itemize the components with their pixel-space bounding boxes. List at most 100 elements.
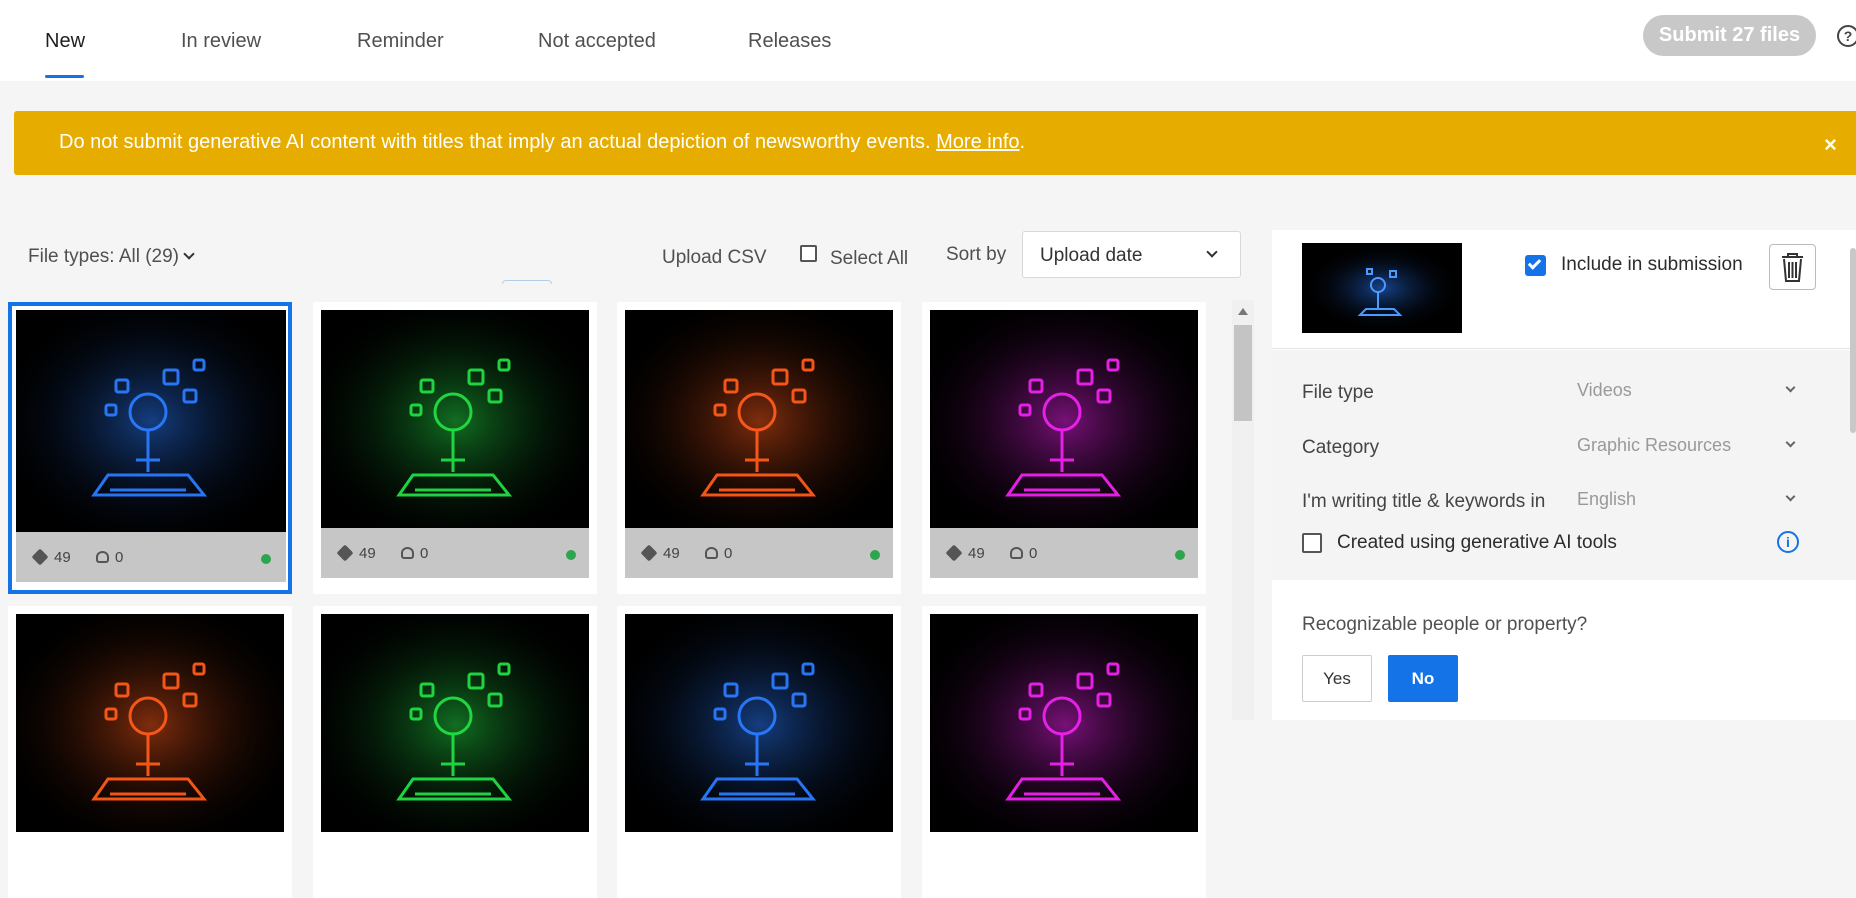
asset-card-footer: 49 0 — [930, 528, 1198, 578]
include-in-submission-label[interactable]: Include in submission — [1561, 254, 1743, 276]
generative-ai-label[interactable]: Created using generative AI tools — [1337, 532, 1617, 554]
asset-thumbnail[interactable] — [321, 310, 589, 528]
chevron-down-icon — [183, 248, 195, 260]
tab-not-accepted[interactable]: Not accepted — [538, 30, 656, 53]
status-dot — [261, 554, 271, 564]
category-label: Category — [1302, 437, 1380, 458]
asset-thumbnail[interactable] — [930, 614, 1198, 832]
ai-content-banner: Do not submit generative AI content with… — [14, 111, 1856, 175]
close-icon[interactable]: × — [1824, 132, 1837, 158]
tab-new[interactable]: New — [45, 30, 85, 53]
tab-reminder[interactable]: Reminder — [357, 30, 444, 53]
people-count: 0 — [401, 545, 428, 562]
keyword-count-value: 49 — [359, 545, 376, 562]
asset-card[interactable] — [617, 606, 901, 898]
keyword-count: 49 — [640, 544, 680, 562]
banner-text: Do not submit generative AI content with… — [59, 131, 931, 153]
file-type-select[interactable]: Videos — [1577, 380, 1632, 401]
language-label: I'm writing title & keywords in — [1302, 491, 1546, 512]
grid-tab-indicator — [502, 280, 552, 284]
keyword-count-value: 49 — [54, 549, 71, 566]
recognizable-section: Recognizable people or property? Yes No — [1272, 580, 1856, 720]
category-select[interactable]: Graphic Resources — [1577, 435, 1731, 456]
details-panel: Include in submission File type Videos C… — [1272, 230, 1856, 720]
sort-select[interactable]: Upload date — [1022, 231, 1241, 278]
select-all-label[interactable]: Select All — [830, 248, 908, 270]
chevron-down-icon[interactable] — [1785, 437, 1796, 448]
active-tab-indicator — [45, 75, 84, 78]
generative-ai-checkbox[interactable] — [1302, 533, 1322, 553]
asset-card[interactable] — [8, 606, 292, 898]
recognizable-label: Recognizable people or property? — [1302, 614, 1588, 635]
sort-by-label: Sort by — [946, 244, 1007, 265]
keyword-count: 49 — [945, 544, 985, 562]
people-count: 0 — [1010, 545, 1037, 562]
chevron-down-icon — [1206, 246, 1218, 258]
people-icon — [96, 551, 109, 563]
yes-button[interactable]: Yes — [1302, 655, 1372, 702]
asset-thumbnail[interactable] — [16, 310, 286, 532]
include-in-submission-checkbox[interactable] — [1525, 255, 1546, 276]
banner-message: Do not submit generative AI content with… — [59, 131, 1025, 154]
people-icon — [705, 547, 718, 559]
status-dot — [566, 550, 576, 560]
select-all-checkbox[interactable] — [800, 245, 817, 262]
tab-releases[interactable]: Releases — [748, 30, 831, 53]
trash-icon — [1782, 253, 1803, 282]
info-icon[interactable]: i — [1777, 531, 1799, 553]
tag-icon — [945, 544, 963, 562]
people-count-value: 0 — [115, 549, 124, 566]
panel-scrollbar[interactable] — [1850, 248, 1856, 433]
file-types-filter[interactable]: File types: All (29) — [28, 246, 195, 268]
asset-thumbnail[interactable] — [321, 614, 589, 832]
asset-card-footer: 49 0 — [625, 528, 893, 578]
tag-icon — [31, 548, 49, 566]
chevron-down-icon[interactable] — [1785, 491, 1796, 502]
asset-thumbnail[interactable] — [930, 310, 1198, 528]
top-bar: New In review Reminder Not accepted Rele… — [0, 0, 1856, 81]
file-types-label: File types: All (29) — [28, 246, 179, 267]
grid-scrollbar[interactable] — [1232, 300, 1254, 720]
people-icon — [1010, 547, 1023, 559]
panel-header: Include in submission — [1272, 230, 1856, 349]
scrollbar-thumb[interactable] — [1234, 325, 1252, 421]
asset-card[interactable]: 49 0 — [8, 302, 292, 594]
people-count: 0 — [96, 549, 123, 566]
status-dot — [1175, 550, 1185, 560]
scroll-up-arrow-icon[interactable] — [1238, 308, 1248, 315]
chevron-down-icon[interactable] — [1785, 382, 1796, 393]
keyword-count: 49 — [336, 544, 376, 562]
asset-card-footer: 49 0 — [321, 528, 589, 578]
people-count: 0 — [705, 545, 732, 562]
submit-files-button[interactable]: Submit 27 files — [1643, 15, 1816, 56]
asset-card[interactable]: 49 0 — [922, 302, 1206, 594]
status-dot — [870, 550, 880, 560]
keyword-count-value: 49 — [663, 545, 680, 562]
checkmark-icon — [1527, 256, 1542, 270]
language-select[interactable]: English — [1577, 489, 1636, 510]
asset-thumbnail[interactable] — [16, 614, 284, 832]
delete-button[interactable] — [1769, 244, 1816, 290]
people-icon — [401, 547, 414, 559]
more-info-link[interactable]: More info — [936, 131, 1019, 153]
people-count-value: 0 — [420, 545, 429, 562]
people-count-value: 0 — [724, 545, 733, 562]
asset-thumbnail[interactable] — [625, 310, 893, 528]
file-type-label: File type — [1302, 382, 1374, 403]
banner-suffix: . — [1019, 131, 1026, 153]
asset-card[interactable]: 49 0 — [313, 302, 597, 594]
asset-card-footer: 49 0 — [16, 532, 286, 582]
tab-in-review[interactable]: In review — [181, 30, 261, 53]
no-button[interactable]: No — [1388, 655, 1458, 702]
tag-icon — [640, 544, 658, 562]
tag-icon — [336, 544, 354, 562]
asset-card[interactable] — [922, 606, 1206, 898]
asset-card[interactable]: 49 0 — [617, 302, 901, 594]
selected-thumbnail — [1302, 243, 1462, 333]
asset-thumbnail[interactable] — [625, 614, 893, 832]
keyword-count-value: 49 — [968, 545, 985, 562]
upload-csv-button[interactable]: Upload CSV — [662, 247, 767, 269]
help-icon[interactable]: ? — [1837, 25, 1856, 47]
keyword-count: 49 — [31, 548, 71, 566]
asset-card[interactable] — [313, 606, 597, 898]
